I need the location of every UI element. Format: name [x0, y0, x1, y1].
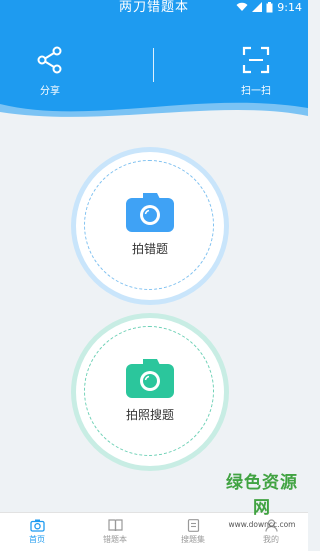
wifi-icon: [236, 2, 248, 11]
scan-label: 扫一扫: [241, 86, 271, 97]
share-button[interactable]: 分享: [20, 46, 80, 97]
tab-mine-label: 我的: [263, 535, 279, 544]
document-icon: [187, 519, 199, 532]
book-icon: [107, 519, 123, 532]
photo-search-label: 拍照搜题: [125, 408, 174, 422]
status-time: 9:14: [277, 0, 302, 14]
scan-icon: [242, 46, 270, 74]
header-divider: [153, 48, 154, 82]
watermark-url: www.downcc.com: [228, 520, 296, 529]
tab-home-label: 首页: [29, 535, 45, 544]
watermark-title: 绿色资源网: [226, 473, 298, 518]
watermark: 绿色资源网 www.downcc.com: [218, 468, 306, 529]
tab-wrong-book-label: 错题本: [103, 535, 127, 544]
signal-icon: [252, 2, 263, 12]
tab-search-collection[interactable]: 搜题集: [168, 519, 218, 545]
camera-icon: [126, 359, 174, 398]
share-icon: [37, 46, 62, 74]
photo-search-button[interactable]: 拍照搜题: [76, 318, 224, 466]
photo-wrong-question-button[interactable]: 拍错题: [76, 152, 224, 300]
tab-wrong-book[interactable]: 错题本: [90, 519, 140, 545]
share-label: 分享: [40, 86, 60, 97]
wrong-question-label: 拍错题: [131, 242, 168, 256]
status-bar: 两刀错题本 9:14: [0, 0, 308, 15]
tab-home[interactable]: 首页: [12, 519, 62, 545]
battery-icon: [266, 1, 273, 12]
camera-icon: [29, 519, 45, 532]
header: 两刀错题本 9:14 分享 扫一扫: [0, 0, 308, 128]
tab-search-collection-label: 搜题集: [181, 535, 205, 544]
camera-icon: [126, 193, 174, 232]
scan-button[interactable]: 扫一扫: [226, 46, 286, 97]
